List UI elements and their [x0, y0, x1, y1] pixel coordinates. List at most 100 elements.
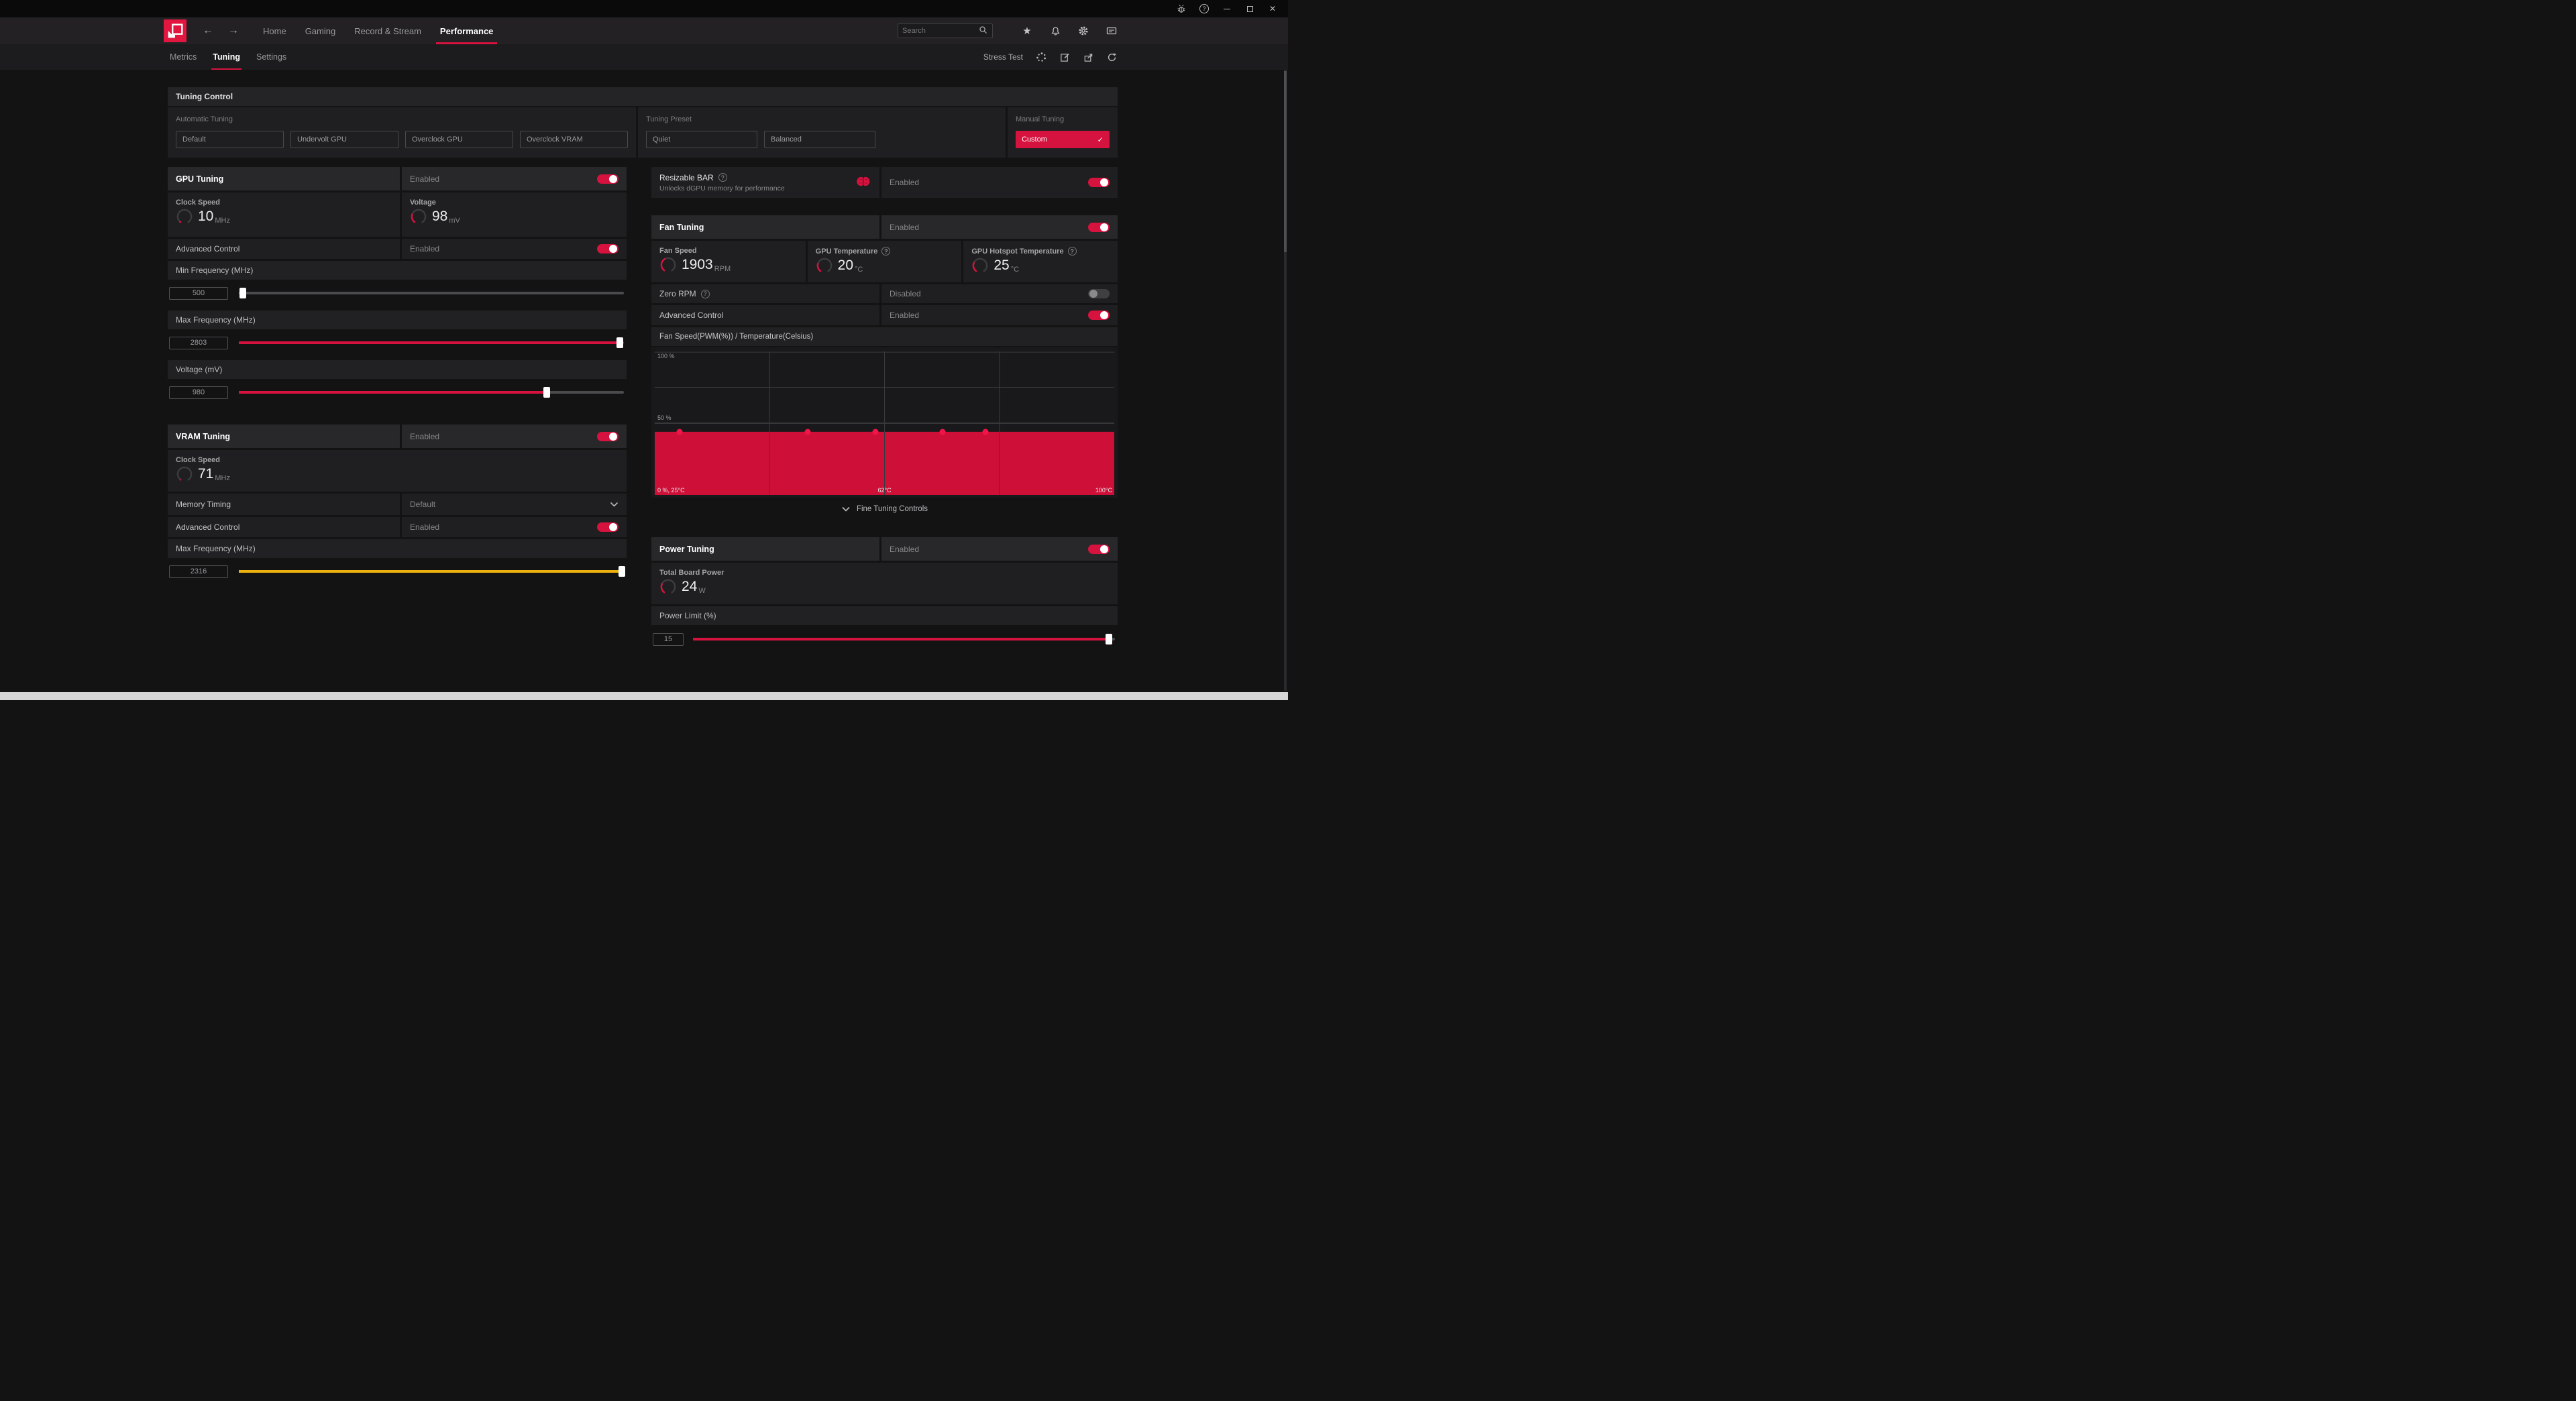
right-column: Resizable BAR ? Unlocks dGPU memory for … — [651, 167, 1118, 657]
fan-tuning-toggle[interactable] — [1088, 223, 1110, 232]
overclock-vram-button[interactable]: Overclock VRAM — [520, 131, 628, 148]
nav-items: Home Gaming Record & Stream Performance — [254, 17, 502, 44]
manual-tuning-section: Manual Tuning Custom ✓ — [1008, 107, 1118, 158]
fan-curve-point[interactable] — [940, 429, 946, 435]
nav-item-gaming[interactable]: Gaming — [296, 17, 345, 44]
gpu-temp-help-icon[interactable]: ? — [881, 247, 890, 256]
tuning-page: Tuning Control Automatic Tuning Default … — [0, 70, 1288, 657]
quiet-button[interactable]: Quiet — [646, 131, 757, 148]
power-limit-input[interactable]: 15 — [653, 633, 684, 646]
undervolt-gpu-button[interactable]: Undervolt GPU — [290, 131, 398, 148]
vram-max-frequency-thumb[interactable] — [619, 566, 625, 577]
scrollbar[interactable] — [1284, 70, 1287, 691]
resizable-bar-help-icon[interactable]: ? — [718, 173, 727, 182]
fan-advanced-control-label: Advanced Control — [659, 311, 723, 320]
memory-timing-value: Default — [410, 500, 435, 509]
back-arrow-icon[interactable]: ← — [203, 25, 213, 37]
default-button[interactable]: Default — [176, 131, 284, 148]
min-frequency-track[interactable] — [239, 292, 624, 294]
fan-curve-point[interactable] — [983, 429, 989, 435]
tuning-control-body: Automatic Tuning Default Undervolt GPU O… — [168, 107, 1118, 158]
balanced-button[interactable]: Balanced — [764, 131, 875, 148]
gpu-clock-label: Clock Speed — [176, 199, 392, 207]
gpu-voltage-thumb[interactable] — [543, 387, 550, 398]
settings-gear-icon[interactable] — [1075, 22, 1092, 40]
nav-item-home[interactable]: Home — [254, 17, 296, 44]
edit-profile-icon[interactable] — [1059, 52, 1071, 63]
close-button[interactable]: ✕ — [1261, 0, 1284, 17]
stress-test-spinner-icon — [1035, 52, 1047, 63]
forward-arrow-icon[interactable]: → — [228, 25, 239, 37]
zero-rpm-help-icon[interactable]: ? — [701, 290, 710, 298]
help-icon[interactable]: ? — [1193, 0, 1216, 17]
fan-curve-point[interactable] — [676, 429, 682, 435]
search-box[interactable] — [898, 23, 993, 38]
overclock-gpu-button[interactable]: Overclock GPU — [405, 131, 513, 148]
tab-settings[interactable]: Settings — [248, 44, 294, 70]
vram-tuning-toggle[interactable] — [597, 432, 619, 441]
scrollbar-thumb[interactable] — [1284, 71, 1287, 252]
search-icon[interactable] — [978, 25, 988, 37]
resizable-bar-toggle[interactable] — [1088, 178, 1110, 187]
x-axis-origin-label: 0 %, 25°C — [657, 487, 685, 494]
gpu-tuning-title: GPU Tuning — [176, 174, 223, 184]
zero-rpm-label: Zero RPM — [659, 289, 696, 298]
min-frequency-input[interactable]: 500 — [169, 287, 228, 300]
favorites-star-icon[interactable]: ★ — [1018, 22, 1036, 40]
bug-report-icon[interactable] — [1170, 0, 1193, 17]
gpu-hotspot-help-icon[interactable]: ? — [1068, 247, 1077, 256]
amd-logo[interactable] — [164, 19, 186, 42]
gpu-voltage-track[interactable] — [239, 391, 624, 394]
nav-item-record-stream[interactable]: Record & Stream — [345, 17, 431, 44]
gpu-voltage-gauge — [410, 208, 427, 225]
vram-max-frequency-track[interactable] — [239, 570, 624, 573]
max-frequency-track[interactable] — [239, 341, 624, 344]
nav-item-performance[interactable]: Performance — [431, 17, 502, 44]
x-axis-max-label: 100°C — [1095, 487, 1112, 494]
power-limit-thumb[interactable] — [1106, 634, 1112, 645]
vram-advanced-control-toggle[interactable] — [597, 522, 619, 532]
search-input[interactable] — [902, 27, 978, 35]
vram-max-frequency-input[interactable]: 2316 — [169, 565, 228, 578]
gpu-hotspot-gauge — [971, 257, 989, 274]
fan-advanced-control-toggle[interactable] — [1088, 311, 1110, 320]
fan-speed-gauge — [659, 256, 677, 274]
min-frequency-thumb[interactable] — [239, 288, 246, 298]
gpu-advanced-control-label: Advanced Control — [176, 244, 239, 254]
fan-curve-point[interactable] — [805, 429, 811, 435]
fan-advanced-control-state: Enabled — [890, 311, 919, 320]
export-profile-icon[interactable] — [1083, 52, 1094, 63]
vram-tuning-state: Enabled — [410, 432, 439, 441]
gpu-advanced-control-toggle[interactable] — [597, 244, 619, 254]
min-frequency-label: Min Frequency (MHz) — [168, 261, 627, 280]
vram-clock-gauge — [176, 465, 193, 483]
overlay-card-icon[interactable] — [1103, 22, 1120, 40]
gpu-tuning-toggle[interactable] — [597, 174, 619, 184]
bottom-light-strip — [0, 692, 1288, 700]
fine-tuning-controls-button[interactable]: Fine Tuning Controls — [651, 502, 1118, 516]
vram-tuning-title: VRAM Tuning — [176, 432, 230, 441]
stress-test-button[interactable]: Stress Test — [983, 52, 1023, 62]
max-frequency-thumb[interactable] — [616, 337, 623, 348]
tab-tuning[interactable]: Tuning — [205, 44, 248, 70]
fan-curve-plot[interactable]: 100 % 50 % 0 %, 25°C 62°C 100°C — [655, 351, 1114, 495]
gpu-voltage-value: 98 — [432, 209, 447, 224]
gpu-voltage-input[interactable]: 980 — [169, 386, 228, 399]
memory-timing-label: Memory Timing — [176, 500, 231, 509]
automatic-tuning-label: Automatic Tuning — [176, 115, 628, 123]
fan-curve-point[interactable] — [872, 429, 878, 435]
max-frequency-input[interactable]: 2803 — [169, 337, 228, 349]
gpu-tuning-state: Enabled — [410, 174, 439, 184]
power-limit-track[interactable] — [693, 638, 1115, 640]
minimize-button[interactable] — [1216, 0, 1238, 17]
maximize-button[interactable] — [1238, 0, 1261, 17]
custom-button[interactable]: Custom ✓ — [1016, 131, 1110, 148]
board-power-label: Total Board Power — [659, 569, 1110, 577]
check-icon: ✓ — [1097, 135, 1104, 144]
tab-metrics[interactable]: Metrics — [162, 44, 205, 70]
reset-icon[interactable] — [1106, 52, 1118, 63]
memory-timing-select[interactable]: Default — [402, 494, 627, 515]
notifications-bell-icon[interactable] — [1046, 22, 1064, 40]
zero-rpm-toggle[interactable] — [1088, 289, 1110, 298]
power-tuning-toggle[interactable] — [1088, 545, 1110, 554]
